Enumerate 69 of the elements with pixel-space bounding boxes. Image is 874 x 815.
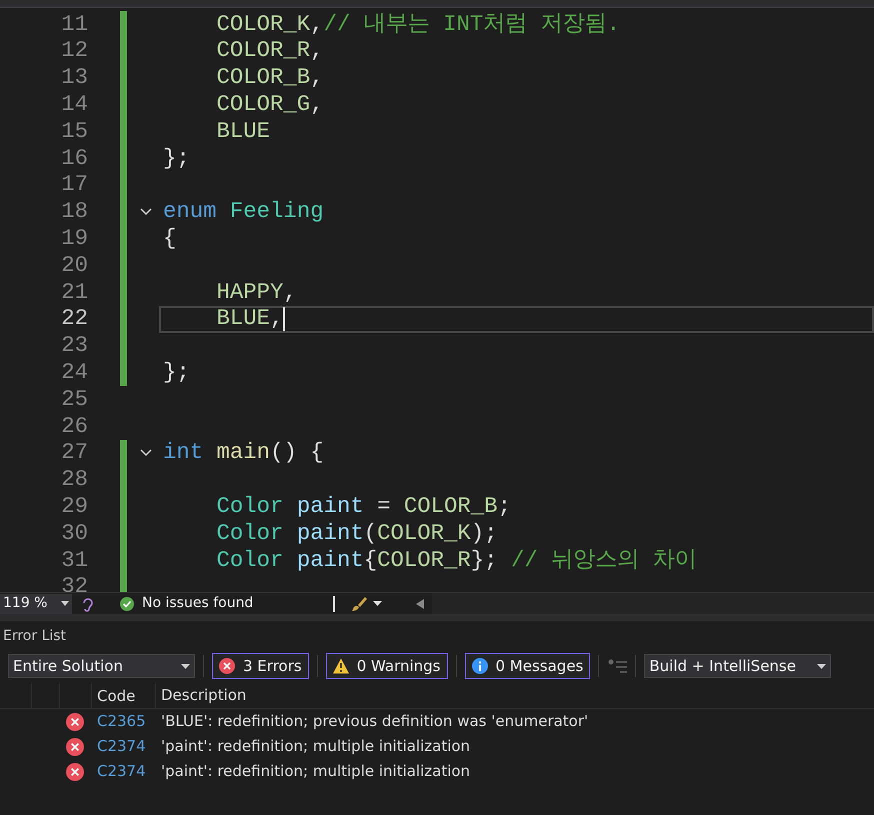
zoom-dropdown[interactable]: 119 % [0,594,72,614]
code-text: COLOR_G, [216,90,324,120]
filter-toggle[interactable]: 0 Messages [464,653,590,679]
filter-icon[interactable] [607,659,628,673]
dropdown[interactable]: Build + IntelliSense [644,654,832,678]
code-text: int main() { [163,438,324,468]
line-number: 13 [60,63,89,92]
scroll-left-icon[interactable] [416,598,424,608]
error-icon [66,712,84,730]
code-text: }; [163,358,190,388]
line-number: 26 [60,412,89,441]
line-number: 29 [60,492,89,522]
column-header[interactable]: Description [156,684,246,707]
info-icon [472,658,488,674]
line-number: 12 [60,36,89,66]
error-icon [66,762,84,780]
dropdown[interactable]: Entire Solution [8,654,195,678]
error-description: 'paint': redefinition; multiple initialization [161,736,470,758]
filter-toggle[interactable]: 0 Warnings [326,653,448,679]
brush-icon[interactable] [351,596,370,612]
line-number: 21 [60,278,89,307]
caret-icon [181,664,190,668]
line-number: 14 [60,90,89,120]
caret-icon [61,601,69,606]
column-header[interactable]: Code [92,683,156,708]
line-number: 23 [60,331,89,360]
line-number: 16 [60,144,89,173]
error-icon [219,658,235,674]
collapse-icon[interactable] [140,208,152,216]
line-number: 22 [60,304,89,334]
error-description: 'BLUE': redefinition; previous definition was 'enumerator' [161,711,588,732]
line-number: 20 [60,250,89,280]
code-text: { [163,224,176,254]
code-text: enum Feeling [163,197,324,226]
caret-icon [817,664,826,668]
code-text: COLOR_R, [216,36,324,66]
error-icon [66,738,84,756]
line-number: 30 [60,518,89,548]
code-text: BLUE, [216,304,284,334]
code-text: Color paint(COLOR_K); [216,518,498,548]
code-text: BLUE [216,116,270,146]
code-text: COLOR_K,// 내부는 INT처럼 저장됨. [216,10,620,39]
line-number: 11 [60,10,89,39]
text-cursor [283,307,286,332]
code-text: Color paint = COLOR_B; [216,492,511,522]
line-number: 17 [60,170,89,200]
line-number: 18 [60,197,89,226]
code-text: HAPPY, [216,278,297,307]
error-code[interactable]: C2365 [97,710,161,733]
collapse-icon[interactable] [140,449,152,458]
error-description: 'paint': redefinition; multiple initialization [161,761,470,782]
line-number: 15 [60,116,89,146]
line-number: 28 [60,465,89,494]
error-code[interactable]: C2374 [97,760,161,783]
caret-icon[interactable] [373,601,382,606]
code-text: COLOR_B, [216,63,324,92]
code-text: Color paint{COLOR_R}; // 뉘앙스의 차이 [216,546,696,575]
issues-status: No issues found [142,594,254,613]
line-number: 31 [60,546,89,575]
line-number: 19 [60,224,89,254]
check-icon [120,596,134,610]
panel-title: Error List [2,627,68,646]
code-text: }; [163,144,190,173]
error-code[interactable]: C2374 [97,735,161,758]
warning-icon [332,658,349,674]
filter-toggle[interactable]: 3 Errors [212,653,309,679]
line-number: 25 [60,384,89,414]
line-number: 24 [60,358,89,388]
line-number: 27 [60,438,89,468]
